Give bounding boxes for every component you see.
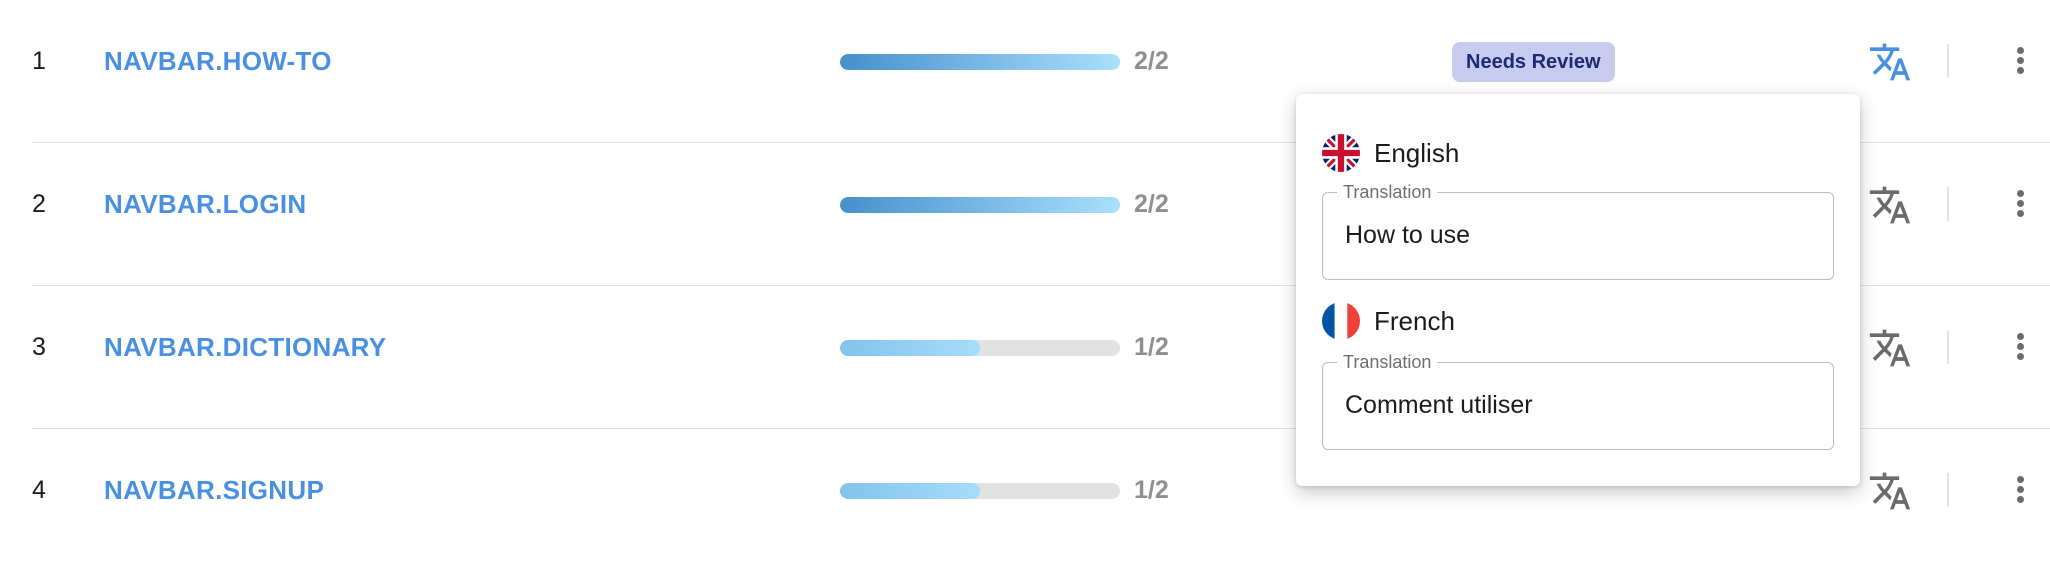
progress-bar	[840, 54, 1120, 70]
progress-bar	[840, 483, 1120, 499]
vertical-divider	[1947, 187, 1949, 221]
translation-count: 2/2	[1134, 190, 1169, 218]
translate-button[interactable]	[1868, 40, 1912, 84]
translation-count: 2/2	[1134, 47, 1169, 75]
more-options-button[interactable]	[2012, 187, 2028, 223]
language-name: English	[1374, 138, 1460, 168]
row-index: 4	[32, 476, 46, 504]
uk-flag-icon	[1322, 134, 1360, 172]
progress-fill	[840, 340, 980, 356]
vertical-divider	[1947, 473, 1949, 507]
row-index: 2	[32, 190, 46, 218]
translate-icon	[1869, 472, 1911, 510]
translation-input-french[interactable]	[1345, 389, 1805, 421]
translate-button[interactable]	[1868, 183, 1912, 227]
progress-bar	[840, 197, 1120, 213]
more-options-button[interactable]	[2012, 44, 2028, 80]
progress-fill	[840, 54, 1120, 70]
progress-fill	[840, 197, 1120, 213]
translate-icon	[1869, 186, 1911, 224]
translation-field-english[interactable]: Translation	[1322, 182, 1834, 280]
translation-key-link[interactable]: NAVBAR.HOW-TO	[104, 46, 332, 76]
france-flag-icon	[1322, 302, 1360, 340]
translations-popover: English Translation French Translation	[1296, 94, 1860, 486]
more-options-button[interactable]	[2012, 330, 2028, 366]
more-vertical-icon	[2012, 190, 2028, 217]
translation-count: 1/2	[1134, 333, 1169, 361]
translation-key-link[interactable]: NAVBAR.SIGNUP	[104, 475, 324, 505]
field-label: Translation	[1337, 352, 1438, 372]
translation-input-english[interactable]	[1345, 219, 1805, 251]
progress-bar	[840, 340, 1120, 356]
translate-button[interactable]	[1868, 469, 1912, 513]
more-options-button[interactable]	[2012, 473, 2028, 509]
row-index: 3	[32, 333, 46, 361]
language-name: French	[1374, 306, 1455, 336]
status-badge: Needs Review	[1452, 42, 1615, 82]
field-label: Translation	[1337, 182, 1438, 202]
more-vertical-icon	[2012, 47, 2028, 74]
more-vertical-icon	[2012, 476, 2028, 503]
vertical-divider	[1947, 330, 1949, 364]
translation-key-link[interactable]: NAVBAR.DICTIONARY	[104, 332, 386, 362]
translation-count: 1/2	[1134, 476, 1169, 504]
row-index: 1	[32, 47, 46, 75]
translation-field-french[interactable]: Translation	[1322, 352, 1834, 450]
translate-icon	[1869, 329, 1911, 367]
translation-key-link[interactable]: NAVBAR.LOGIN	[104, 189, 306, 219]
translate-button[interactable]	[1868, 326, 1912, 370]
vertical-divider	[1947, 44, 1949, 78]
progress-fill	[840, 483, 980, 499]
more-vertical-icon	[2012, 333, 2028, 360]
translate-icon	[1869, 43, 1911, 81]
